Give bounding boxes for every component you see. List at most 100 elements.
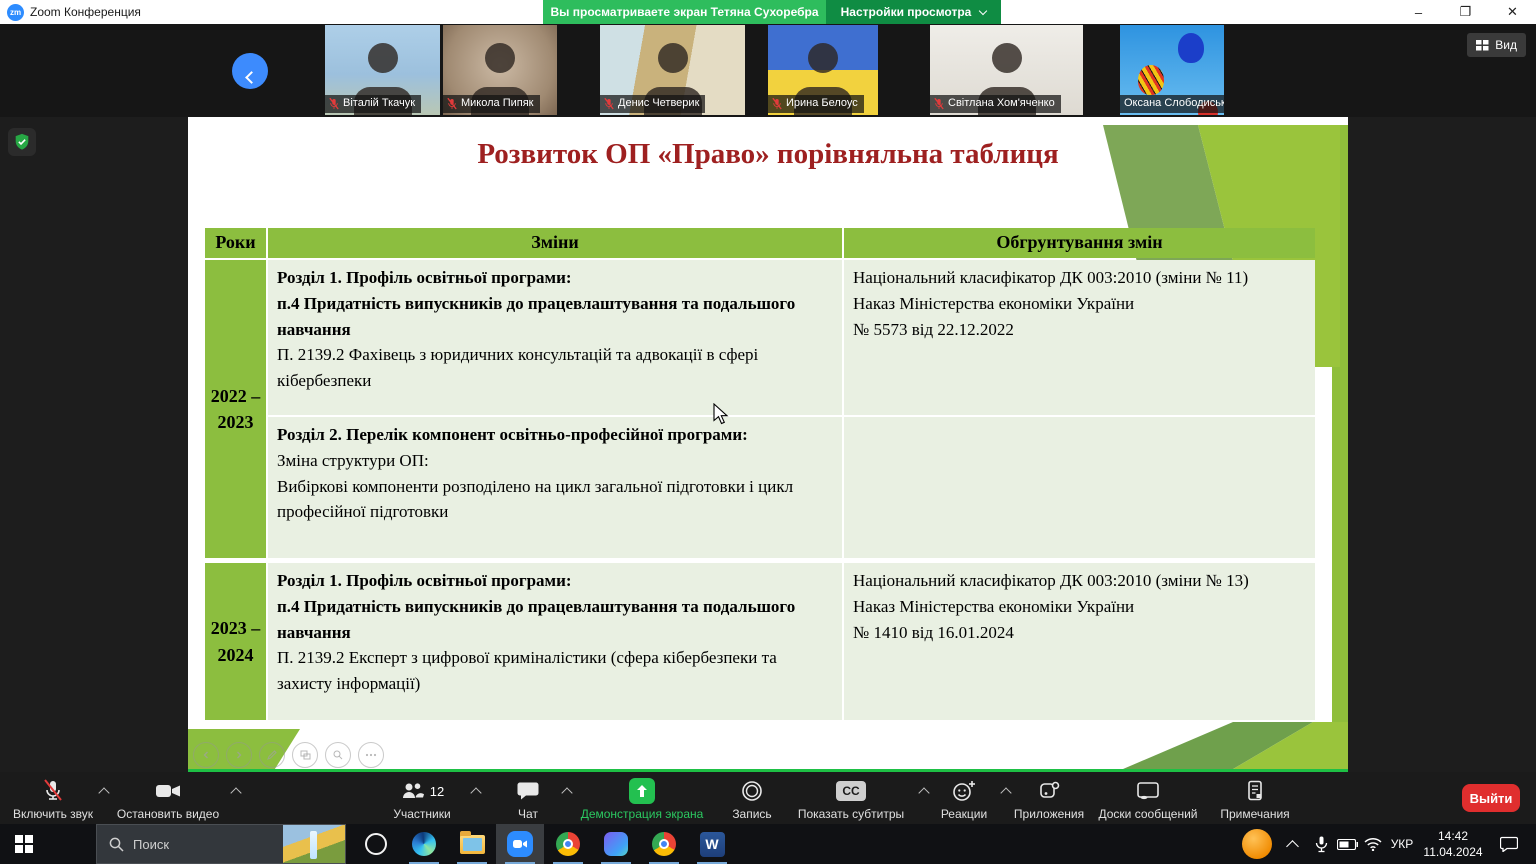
participant-name-tag: Микола Пипяк: [443, 95, 540, 113]
muted-mic-icon: [329, 98, 339, 110]
captions-label: Показать субтитры: [798, 807, 904, 821]
share-screen-button[interactable]: Демонстрация экрана: [575, 778, 709, 821]
table-cell-justification: Національний класифікатор ДК 003:2010 (з…: [844, 260, 1315, 415]
designer-app-icon[interactable]: [592, 824, 640, 864]
video-options-chevron[interactable]: [230, 787, 241, 798]
windows-taskbar: Поиск W УКР 14:42 11.04.2024: [0, 824, 1536, 864]
all-slides-button[interactable]: [292, 742, 318, 768]
cell-text: П. 2139.2 Експерт з цифрової криміналіст…: [277, 645, 833, 697]
share-screen-icon: [629, 778, 655, 804]
next-slide-button[interactable]: [226, 742, 252, 768]
weather-widget[interactable]: [283, 825, 345, 864]
zoom-logo-icon: zm: [7, 4, 24, 21]
unmute-button[interactable]: Включить звук: [10, 778, 96, 821]
mic-options-chevron[interactable]: [98, 787, 109, 798]
year-range-top: 2022 –: [211, 383, 261, 409]
captions-button[interactable]: CC Показать субтитры: [788, 778, 914, 821]
tray-language-indicator[interactable]: УКР: [1386, 824, 1418, 864]
leave-meeting-button[interactable]: Выйти: [1462, 784, 1520, 812]
stop-video-button[interactable]: Остановить видео: [110, 778, 226, 821]
cell-heading: Розділ 2. Перелік компонент освітньо-про…: [277, 422, 833, 448]
shared-screen-area: Розвиток ОП «Право» порівняльна таблиця …: [0, 117, 1536, 772]
chevron-down-icon: [979, 6, 987, 14]
participants-button[interactable]: 12 Участники: [378, 778, 466, 821]
tray-wifi-icon[interactable]: [1360, 824, 1386, 864]
word-icon[interactable]: W: [688, 824, 736, 864]
table-year-cell: 2023 – 2024: [205, 563, 266, 720]
view-settings-label: Настройки просмотра: [841, 5, 972, 19]
whiteboards-label: Доски сообщений: [1098, 807, 1197, 821]
cell-heading: п.4 Придатність випускників до працевлаш…: [277, 291, 833, 343]
mouse-cursor: [713, 403, 729, 425]
cell-text: Національний класифікатор ДК 003:2010 (з…: [853, 568, 1306, 594]
participant-video[interactable]: Світлана Хом'яченко: [930, 25, 1083, 115]
prev-slide-button[interactable]: [193, 742, 219, 768]
start-button[interactable]: [0, 824, 48, 864]
tray-time: 14:42: [1418, 828, 1488, 844]
view-layout-button[interactable]: Вид: [1467, 33, 1526, 57]
tray-color-app-icon[interactable]: [1242, 829, 1272, 859]
cortana-icon[interactable]: [352, 824, 400, 864]
chat-bubble-icon: [515, 778, 541, 804]
participant-video[interactable]: Ирина Белоус: [768, 25, 878, 115]
notes-button[interactable]: Примечания: [1213, 778, 1297, 821]
tray-date: 11.04.2024: [1418, 844, 1488, 860]
record-button[interactable]: Запись: [720, 778, 784, 821]
view-label: Вид: [1495, 38, 1517, 52]
meeting-toolbar: Включить звук Остановить видео 12 Участн…: [0, 772, 1536, 824]
chat-options-chevron[interactable]: [561, 787, 572, 798]
taskbar-search[interactable]: Поиск: [96, 824, 346, 864]
file-explorer-icon[interactable]: [448, 824, 496, 864]
tray-expand-chevron[interactable]: [1286, 840, 1299, 853]
participant-name-tag: Світлана Хом'яченко: [930, 95, 1061, 113]
notes-icon: [1242, 778, 1268, 804]
muted-mic-icon: [934, 98, 944, 110]
comparison-table: Роки Зміни Обгрунтування змін 2022 – 202…: [205, 228, 1315, 720]
chrome-profile-icon[interactable]: [640, 824, 688, 864]
zoom-slide-button[interactable]: [325, 742, 351, 768]
collapse-thumbnails-button[interactable]: [232, 53, 268, 89]
more-options-button[interactable]: [358, 742, 384, 768]
tray-mic-icon[interactable]: [1310, 824, 1332, 864]
year-range-bottom: 2023: [218, 409, 254, 435]
tray-battery-icon[interactable]: [1334, 824, 1360, 864]
participant-video[interactable]: Микола Пипяк: [443, 25, 557, 115]
participant-name-tag: Денис Четверик: [600, 95, 705, 113]
close-button[interactable]: ✕: [1489, 0, 1536, 24]
pen-tool-button[interactable]: [259, 742, 285, 768]
window-title: Zoom Конференция: [30, 5, 141, 19]
slide-title: Розвиток ОП «Право» порівняльна таблиця: [188, 138, 1348, 171]
cc-icon: CC: [836, 781, 866, 801]
participant-name-tag: Віталій Ткачук: [325, 95, 421, 113]
participant-video[interactable]: Денис Четверик: [600, 25, 745, 115]
reactions-button[interactable]: Реакции: [932, 778, 996, 821]
whiteboards-button[interactable]: Доски сообщений: [1092, 778, 1204, 821]
table-year-cell: 2022 – 2023: [205, 260, 266, 558]
participant-video[interactable]: Віталій Ткачук: [325, 25, 440, 115]
table-cell-changes: Розділ 1. Профіль освітньої програми: п.…: [268, 563, 842, 720]
captions-options-chevron[interactable]: [918, 787, 929, 798]
chrome-icon[interactable]: [544, 824, 592, 864]
apps-button[interactable]: Приложения: [1008, 778, 1090, 821]
participant-video[interactable]: Оксана Слободиська: [1120, 25, 1224, 115]
security-badge[interactable]: [8, 128, 36, 156]
minimize-button[interactable]: –: [1395, 0, 1442, 24]
edge-icon[interactable]: [400, 824, 448, 864]
view-settings-button[interactable]: Настройки просмотра: [826, 0, 1001, 24]
participant-name: Оксана Слободиська: [1124, 96, 1224, 111]
cell-text: Національний класифікатор ДК 003:2010 (з…: [853, 265, 1306, 291]
apps-label: Приложения: [1014, 807, 1084, 821]
notification-center-icon[interactable]: [1494, 824, 1524, 864]
chat-button[interactable]: Чат: [497, 778, 559, 821]
restore-button[interactable]: ❐: [1442, 0, 1489, 24]
tray-clock[interactable]: 14:42 11.04.2024: [1418, 828, 1488, 860]
mic-muted-icon: [40, 778, 66, 804]
window-controls: – ❐ ✕: [1395, 0, 1536, 24]
zoom-app-icon[interactable]: [496, 824, 544, 864]
table-header-justification: Обгрунтування змін: [844, 228, 1315, 258]
smiley-plus-icon: [951, 778, 977, 804]
balloon-shape: [1138, 65, 1164, 95]
cell-text: Наказ Міністерства економіки України: [853, 291, 1306, 317]
participants-options-chevron[interactable]: [470, 787, 481, 798]
chevron-left-icon: [245, 71, 258, 84]
